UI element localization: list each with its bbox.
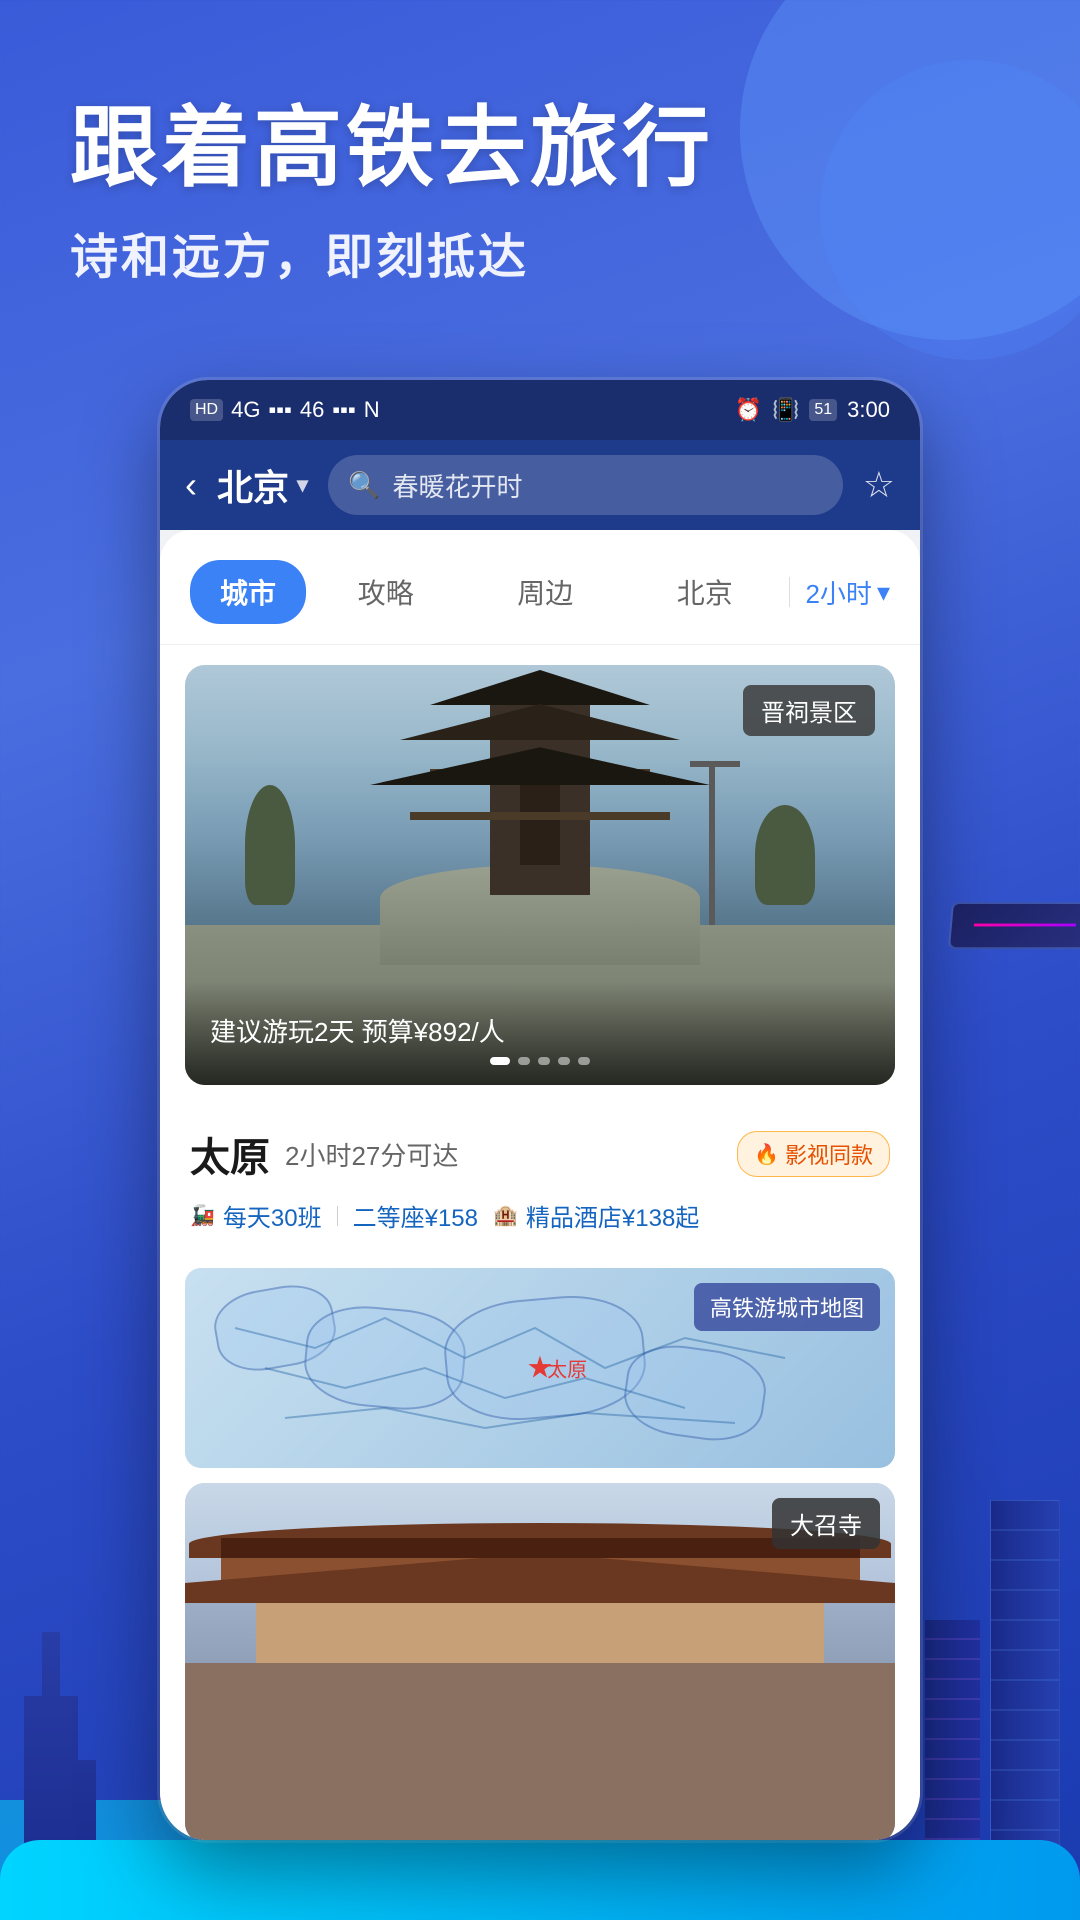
destination-info: 太原 2小时27分可达 🔥 影视同款 🚂 每天30班 二等座¥158 🏨 精品酒…: [160, 1105, 920, 1253]
signal-bars-2: ▪▪▪: [332, 397, 355, 423]
destination-travel-time: 2小时27分可达: [285, 1136, 458, 1173]
temple-eave-2: [410, 812, 670, 820]
temple2-ground: [185, 1663, 895, 1840]
hero-title: 跟着高铁去旅行: [70, 100, 714, 197]
temple2-roof-edge: [221, 1538, 860, 1558]
hotel-tag: 🏨 精品酒店¥138起: [493, 1198, 699, 1233]
temple-roof-2: [400, 700, 680, 740]
scenic-location-tag: 晋祠景区: [743, 685, 875, 736]
status-left: HD 4G ▪▪▪ 46 ▪▪▪ N: [190, 397, 380, 423]
hotel-price: 精品酒店¥138起: [526, 1198, 699, 1233]
train-tag: 🚂 每天30班: [190, 1198, 322, 1233]
destination-tags: 🚂 每天30班 二等座¥158 🏨 精品酒店¥138起: [190, 1198, 890, 1233]
tag-separator-1: [337, 1206, 338, 1226]
signal-4g: 4G: [231, 397, 260, 423]
dot-3: [538, 1057, 550, 1065]
temple-window: [520, 785, 560, 865]
scenic-card-dazhaosi[interactable]: 大召寺: [185, 1483, 895, 1840]
tab-guide[interactable]: 攻略: [306, 562, 465, 622]
signal-bars-1: ▪▪▪: [268, 397, 291, 423]
dot-4: [558, 1057, 570, 1065]
favorite-button[interactable]: ☆: [863, 464, 895, 506]
tab-bar: 城市 攻略 周边 北京 2小时 ▾: [160, 530, 920, 645]
temple-roof-1: [430, 670, 650, 705]
alarm-icon: ⏰: [735, 397, 762, 423]
hero-section: 跟着高铁去旅行 诗和远方，即刻抵达: [70, 100, 714, 287]
hotel-icon: 🏨: [493, 1203, 518, 1228]
destination-badge: 🔥 影视同款: [737, 1131, 890, 1177]
badge-label: 影视同款: [785, 1138, 873, 1170]
tab-divider: [789, 577, 790, 607]
city-name: 北京: [217, 459, 289, 511]
seat-price-tag: 二等座¥158: [353, 1198, 478, 1233]
battery-level: 51: [809, 399, 837, 421]
dot-1: [490, 1057, 510, 1065]
city-dropdown-icon: ▾: [297, 472, 308, 498]
search-bar[interactable]: 🔍 春暖花开时: [328, 455, 843, 515]
dest-title-row: 太原 2小时27分可达: [190, 1125, 458, 1183]
search-icon: 🔍: [348, 470, 380, 501]
nav-bar: ‹ 北京 ▾ 🔍 春暖花开时 ☆: [160, 440, 920, 530]
back-button[interactable]: ‹: [185, 464, 197, 506]
dot-2: [518, 1057, 530, 1065]
destination-header: 太原 2小时27分可达 🔥 影视同款: [190, 1125, 890, 1183]
scenic-location-tag-2: 大召寺: [772, 1498, 880, 1549]
tab-nearby[interactable]: 周边: [466, 562, 625, 622]
time-dropdown-icon: ▾: [877, 577, 890, 608]
tree-right: [755, 805, 815, 905]
bottom-wave: [0, 1840, 1080, 1920]
tab-time-filter[interactable]: 2小时 ▾: [805, 574, 890, 611]
map-city-label: 太原: [547, 1354, 587, 1383]
train-icon: 🚂: [190, 1203, 215, 1228]
dot-5: [578, 1057, 590, 1065]
map-title-tag: 高铁游城市地图: [694, 1283, 880, 1331]
status-bar: HD 4G ▪▪▪ 46 ▪▪▪ N ⏰ 📳 51 3:00: [160, 380, 920, 440]
image-dots: [210, 1057, 870, 1065]
temple-roof-3: [370, 743, 710, 785]
destination-name: 太原: [190, 1125, 270, 1183]
scenic-info-bottom: 建议游玩2天 预算¥892/人: [185, 982, 895, 1085]
device-3d-decoration: [950, 900, 1080, 980]
hero-subtitle: 诗和远方，即刻抵达: [70, 217, 714, 287]
train-frequency: 每天30班: [223, 1198, 322, 1233]
tab-city[interactable]: 城市: [190, 560, 306, 624]
scenic-description: 建议游玩2天 预算¥892/人: [210, 1012, 870, 1049]
nfc-icon: N: [364, 397, 380, 423]
vibrate-icon: 📳: [772, 397, 799, 423]
signal-46: 46: [300, 397, 324, 423]
city-selector[interactable]: 北京 ▾: [217, 459, 308, 511]
lamppost-arm: [690, 761, 740, 767]
main-content: 城市 攻略 周边 北京 2小时 ▾: [160, 530, 920, 1840]
tree-left: [245, 785, 295, 905]
fire-icon: 🔥: [754, 1142, 779, 1167]
time-display: 3:00: [847, 397, 890, 423]
map-section[interactable]: ★ 太原 高铁游城市地图: [185, 1268, 895, 1468]
scenic-card-jinsi[interactable]: 晋祠景区 建议游玩2天 预算¥892/人: [185, 665, 895, 1085]
lamppost: [709, 765, 715, 925]
tab-beijing[interactable]: 北京: [625, 562, 784, 622]
search-text: 春暖花开时: [392, 467, 522, 504]
hd-signal-tag: HD: [190, 399, 223, 421]
phone-mockup: HD 4G ▪▪▪ 46 ▪▪▪ N ⏰ 📳 51 3:00 ‹ 北京 ▾ 🔍 …: [160, 380, 920, 1840]
status-right: ⏰ 📳 51 3:00: [735, 397, 890, 423]
